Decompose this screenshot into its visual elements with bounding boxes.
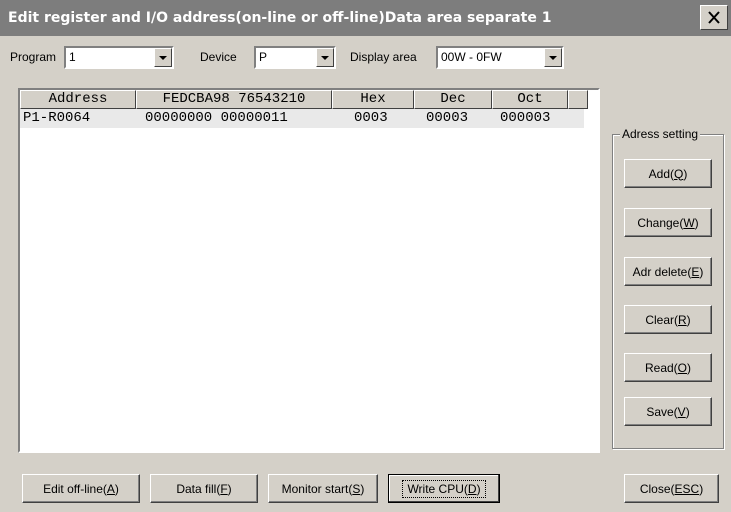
clear-button[interactable]: Clear(R) — [624, 305, 712, 334]
program-select[interactable]: 1 — [64, 46, 174, 69]
add-button[interactable]: Add(Q) — [624, 159, 712, 188]
read-button[interactable]: Read(O) — [624, 353, 712, 382]
monitor-start-button-label: Monitor start(S) — [281, 481, 365, 496]
display-area-select[interactable]: 00W - 0FW — [436, 46, 564, 69]
cell-address: P1-R0064 — [23, 110, 91, 126]
chevron-down-icon[interactable] — [544, 48, 562, 67]
close-window-button[interactable] — [700, 5, 728, 30]
read-button-label: Read(O) — [644, 360, 692, 375]
data-fill-button[interactable]: Data fill(F) — [150, 474, 258, 503]
list-header: Address FEDCBA98 76543210 Hex Dec Oct — [20, 90, 588, 109]
chevron-down-icon[interactable] — [316, 48, 334, 67]
adr-delete-button-label: Adr delete(E) — [632, 264, 704, 279]
save-button[interactable]: Save(V) — [624, 397, 712, 426]
close-icon — [708, 11, 720, 24]
cell-binary: 00000000 00000011 — [145, 110, 288, 126]
save-button-label: Save(V) — [646, 404, 690, 419]
monitor-start-button[interactable]: Monitor start(S) — [268, 474, 378, 503]
display-area-value: 00W - 0FW — [441, 50, 502, 64]
window-title: Edit register and I/O address(on-line or… — [8, 10, 552, 26]
column-header-oct[interactable]: Oct — [492, 90, 568, 109]
add-button-label: Add(Q) — [648, 166, 688, 181]
adress-setting-label: Adress setting — [620, 127, 701, 141]
table-row[interactable]: P1-R0064 00000000 00000011 0003 00003 00… — [20, 109, 584, 128]
chevron-down-icon[interactable] — [154, 48, 172, 67]
device-select[interactable]: P — [254, 46, 336, 69]
device-value: P — [259, 50, 268, 64]
change-button-label: Change(W) — [637, 215, 699, 230]
program-value: 1 — [69, 50, 76, 64]
change-button[interactable]: Change(W) — [624, 208, 712, 237]
cell-hex: 0003 — [354, 110, 388, 126]
edit-offline-button[interactable]: Edit off-line(A) — [22, 474, 140, 503]
write-cpu-button-label: Write CPU(D) — [402, 479, 486, 498]
column-header-address[interactable]: Address — [20, 90, 136, 109]
close-button[interactable]: Close(ESC) — [624, 474, 719, 503]
display-area-label: Display area — [350, 50, 417, 64]
column-header-binary[interactable]: FEDCBA98 76543210 — [136, 90, 332, 109]
register-list[interactable]: Address FEDCBA98 76543210 Hex Dec Oct P1… — [18, 88, 600, 453]
edit-offline-button-label: Edit off-line(A) — [43, 481, 119, 496]
device-label: Device — [200, 50, 237, 64]
data-fill-button-label: Data fill(F) — [176, 481, 232, 496]
clear-button-label: Clear(R) — [645, 312, 691, 327]
cell-oct: 000003 — [500, 110, 551, 126]
cell-dec: 00003 — [426, 110, 469, 126]
close-button-label: Close(ESC) — [639, 481, 704, 496]
write-cpu-button[interactable]: Write CPU(D) — [388, 474, 500, 503]
title-bar: Edit register and I/O address(on-line or… — [0, 0, 731, 36]
column-header-hex[interactable]: Hex — [332, 90, 414, 109]
column-header-dec[interactable]: Dec — [414, 90, 492, 109]
program-label: Program — [10, 50, 57, 64]
adr-delete-button[interactable]: Adr delete(E) — [624, 257, 712, 286]
column-header-filler — [568, 90, 588, 109]
